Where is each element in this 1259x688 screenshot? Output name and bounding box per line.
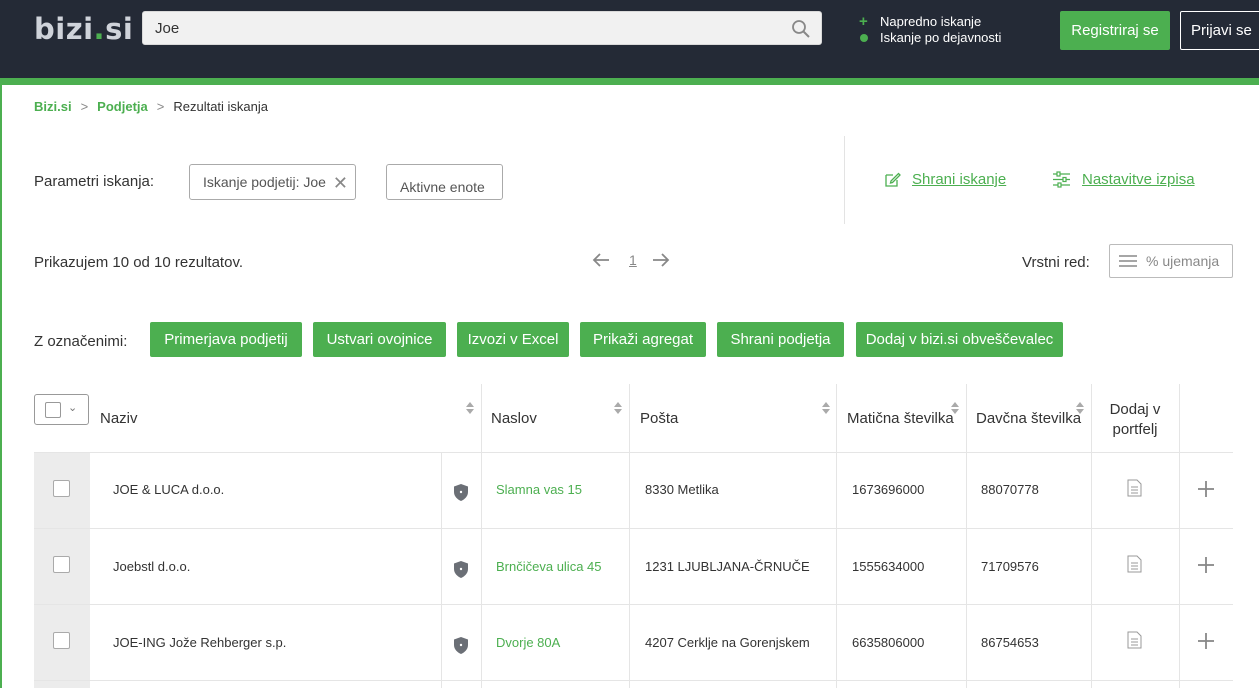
column-header-portfolio: Dodaj v portfelj [1109,401,1161,438]
sort-icon[interactable] [951,402,959,414]
sort-icon[interactable] [822,402,830,414]
order-value: % ujemanja [1146,253,1220,269]
print-settings-link[interactable]: Nastavitve izpisa [1052,171,1195,188]
active-units-chip[interactable]: Aktivne enote [386,164,503,200]
plus-icon[interactable] [1197,632,1215,650]
sort-icon[interactable] [466,402,474,414]
pagination: 1 [591,252,671,268]
bulk-actions-label: Z označenimi: [34,333,128,350]
breadcrumb-separator: > [156,99,165,114]
plus-icon[interactable] [1197,556,1215,574]
sort-icon[interactable] [614,402,622,414]
company-reg-number: 1555634000 [852,559,925,574]
chevron-down-icon: ⌄ [68,402,78,414]
shield-icon[interactable] [453,560,469,579]
shield-icon[interactable] [453,483,469,502]
pencil-icon [885,172,901,187]
order-select[interactable]: % ujemanja [1109,244,1233,278]
export-excel-button[interactable]: Izvozi v Excel [457,322,569,357]
header-accent-line [0,78,1259,85]
logo-main: bizi [34,12,94,46]
sliders-icon [1053,171,1070,188]
search-icon[interactable] [791,19,811,39]
search-box [142,11,822,45]
register-button[interactable]: Registriraj se [1060,11,1170,50]
company-reg-number: 1673696000 [852,482,925,497]
add-to-notifier-button[interactable]: Dodaj v bizi.si obveščevalec [856,322,1063,357]
close-icon[interactable]: ✕ [333,174,348,192]
search-query-chip[interactable]: Iskanje podjetij: Joe ✕ [189,164,356,200]
company-name[interactable]: JOE & LUCA d.o.o. [113,482,224,497]
column-header-tax-number[interactable]: Davčna številka [976,410,1081,427]
company-name[interactable]: JOE-ING Jože Rehberger s.p. [113,635,286,650]
table-row[interactable] [34,529,1233,605]
breadcrumb-current: Rezultati iskanja [173,99,268,114]
row-checkbox[interactable] [53,632,70,649]
arrow-right-icon[interactable] [651,252,671,268]
document-icon[interactable] [1127,631,1142,649]
column-header-post[interactable]: Pošta [640,410,678,427]
company-post: 4207 Cerklje na Gorenjskem [645,635,810,650]
page-number[interactable]: 1 [629,252,637,268]
row-checkbox[interactable] [53,556,70,573]
show-aggregate-button[interactable]: Prikaži agregat [580,322,706,357]
header-search-links: + Napredno iskanje Iskanje po dejavnosti [858,14,1001,46]
save-search-link[interactable]: Shrani iskanje [884,171,1006,188]
company-post: 1231 LJUBLJANA-ČRNUČE [645,559,810,574]
breadcrumb-separator: > [80,99,89,114]
sort-icon[interactable] [1076,402,1084,414]
print-settings-label: Nastavitve izpisa [1082,171,1195,188]
save-companies-button[interactable]: Shrani podjetja [717,322,844,357]
plus-icon[interactable] [1197,480,1215,498]
column-header-reg-number[interactable]: Matična številka [847,410,954,427]
row-checkbox[interactable] [53,480,70,497]
company-tax-number: 86754653 [981,635,1039,650]
search-params-label: Parametri iskanja: [34,173,155,190]
save-search-label: Shrani iskanje [912,171,1007,188]
left-accent-line [0,85,2,688]
login-button[interactable]: Prijavi se [1180,11,1259,50]
dot-icon [860,34,868,42]
company-tax-number: 71709576 [981,559,1039,574]
arrow-left-icon[interactable] [591,252,611,268]
advanced-search-label: Napredno iskanje [880,14,982,29]
logo-tld: si [105,12,134,46]
select-all-dropdown[interactable]: ⌄ [34,394,89,425]
create-envelopes-button[interactable]: Ustvari ovojnice [313,322,446,357]
company-tax-number: 88070778 [981,482,1039,497]
breadcrumb-companies[interactable]: Podjetja [97,99,148,114]
chip-label: Iskanje podjetij: Joe [203,174,326,190]
company-address-link[interactable]: Dvorje 80A [496,635,560,650]
logo-dot: . [93,12,106,46]
activity-search-label: Iskanje po dejavnosti [880,30,1002,45]
company-name[interactable]: Joebstl d.o.o. [113,559,190,574]
activity-search-link[interactable]: Iskanje po dejavnosti [858,30,1001,46]
company-post: 8330 Metlika [645,482,719,497]
divider [844,136,845,224]
company-address-link[interactable]: Brnčičeva ulica 45 [496,559,602,574]
shield-icon[interactable] [453,636,469,655]
search-input[interactable] [143,12,763,44]
select-all-checkbox[interactable] [45,402,61,418]
document-icon[interactable] [1127,555,1142,573]
company-reg-number: 6635806000 [852,635,925,650]
company-address-link[interactable]: Slamna vas 15 [496,482,582,497]
menu-icon [1119,255,1137,267]
advanced-search-link[interactable]: + Napredno iskanje [858,14,1001,30]
order-label: Vrstni red: [1022,254,1090,271]
results-count: Prikazujem 10 od 10 rezultatov. [34,254,243,271]
breadcrumb-home[interactable]: Bizi.si [34,99,72,114]
logo[interactable]: bizi.si [34,12,133,46]
column-header-name[interactable]: Naziv [100,410,138,427]
plus-icon: + [859,13,868,30]
compare-companies-button[interactable]: Primerjava podjetij [150,322,302,357]
column-header-address[interactable]: Naslov [491,410,537,427]
breadcrumb: Bizi.si > Podjetja > Rezultati iskanja [34,99,268,114]
document-icon[interactable] [1127,479,1142,497]
